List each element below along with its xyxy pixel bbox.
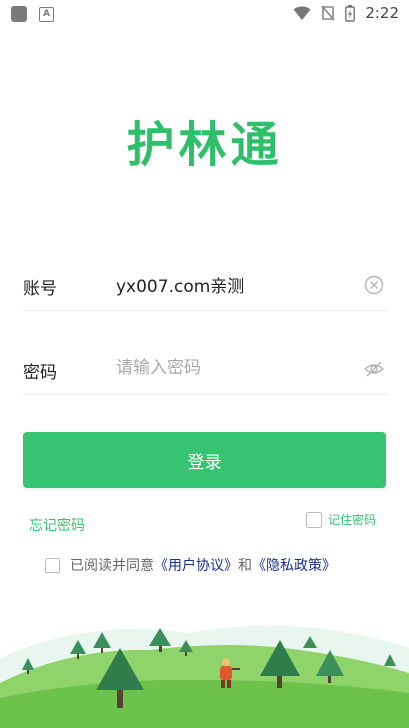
privacy-policy-link[interactable]: 《隐私政策》 xyxy=(252,558,336,574)
notification-a-icon: A xyxy=(39,6,54,22)
account-label: 账号 xyxy=(23,279,57,299)
clock: 2:22 xyxy=(365,4,399,22)
clear-icon[interactable] xyxy=(363,274,385,296)
forest-landscape-illustration xyxy=(0,625,409,728)
agreement-and: 和 xyxy=(238,558,252,574)
battery-charging-icon xyxy=(345,4,356,22)
remember-password-label: 记住密码 xyxy=(327,513,376,527)
no-signal-icon xyxy=(321,5,335,21)
forgot-password-link[interactable]: 忘记密码 xyxy=(29,515,85,535)
eye-hidden-icon[interactable] xyxy=(363,358,385,380)
password-label: 密码 xyxy=(23,363,57,383)
remember-password-toggle[interactable]: 记住密码 xyxy=(305,511,376,528)
status-bar: A 2:22 xyxy=(0,0,409,28)
notification-square-icon xyxy=(11,6,27,22)
agreement-checkbox[interactable] xyxy=(45,557,60,573)
wifi-icon xyxy=(293,6,311,20)
account-row: 账号 xyxy=(23,260,387,311)
account-input[interactable] xyxy=(116,270,346,298)
password-row: 密码 xyxy=(23,344,387,395)
app-title: 护林通 xyxy=(126,117,283,173)
agreement-prefix: 已阅读并同意 xyxy=(70,558,154,574)
password-input[interactable] xyxy=(116,354,346,382)
login-button[interactable]: 登录 xyxy=(23,432,386,488)
agreement-row: 已阅读并同意《用户协议》和《隐私政策》 xyxy=(45,555,336,575)
remember-checkbox[interactable] xyxy=(305,511,322,528)
agreement-text: 已阅读并同意《用户协议》和《隐私政策》 xyxy=(70,555,336,575)
user-agreement-link[interactable]: 《用户协议》 xyxy=(154,558,238,574)
